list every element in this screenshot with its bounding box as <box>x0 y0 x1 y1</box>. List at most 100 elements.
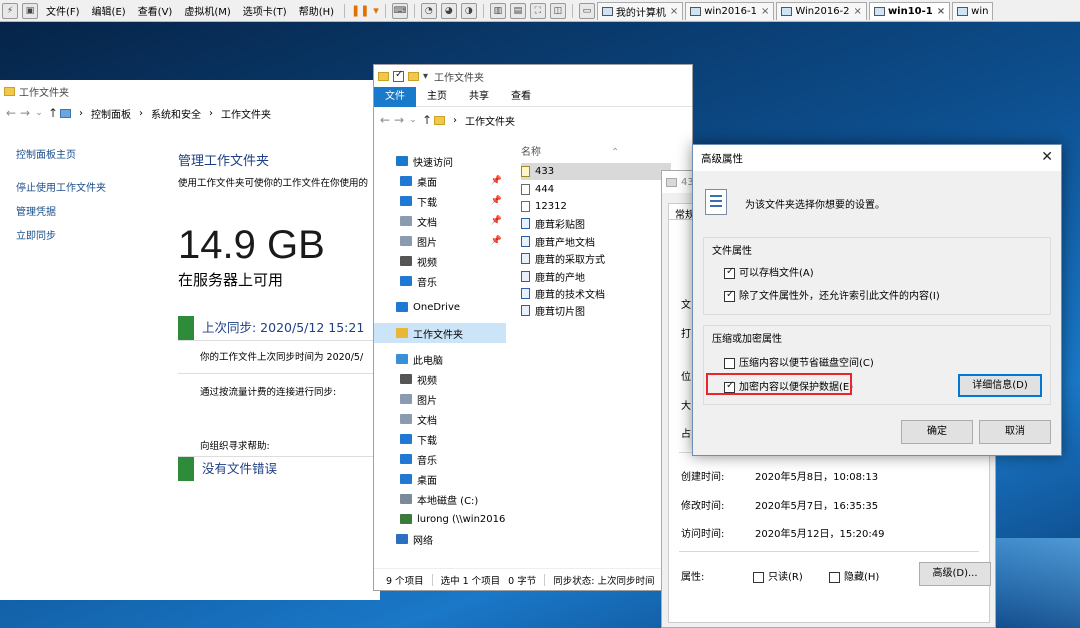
link-sync-now[interactable]: 立即同步 <box>16 227 106 242</box>
pin-icon[interactable]: 📌 <box>491 236 502 246</box>
file-list-item[interactable]: 12312 <box>521 198 671 215</box>
menu-view[interactable]: 查看(V) <box>132 3 179 18</box>
vm-tab-win[interactable]: win <box>952 1 994 20</box>
pin-icon[interactable]: 📌 <box>491 196 502 206</box>
close-icon[interactable]: × <box>854 6 862 17</box>
thumbnail-icon[interactable]: ▤ <box>509 2 526 19</box>
archive-checkbox[interactable]: 可以存档文件(A) <box>724 264 814 279</box>
nav-item[interactable]: 下载 <box>374 429 506 449</box>
file-list-item[interactable]: 鹿茸的技术文档 <box>521 285 671 302</box>
console-view-icon[interactable]: ▭ <box>578 2 595 19</box>
chevron-down-icon[interactable]: ⌄ <box>406 115 420 125</box>
navigation-pane: 快速访问 桌面 📌 下载 📌 文档 📌 图片 📌 视频 音乐 OneDrive 工作文件夹 此电脑 视频 图片… <box>374 151 506 549</box>
ribbon-tab-share[interactable]: 共享 <box>458 87 500 107</box>
nav-item[interactable]: 音乐 <box>374 271 506 291</box>
vm-library-icon[interactable]: ▣ <box>22 2 38 19</box>
nav-item[interactable]: 文档 <box>374 409 506 429</box>
index-label: 除了文件属性外，还允许索引此文件的内容(I) <box>739 291 940 302</box>
column-header-name[interactable]: 名称 ⌃ <box>521 143 671 163</box>
fullscreen-icon[interactable]: ⛶ <box>529 2 546 19</box>
vm-power-icon[interactable]: ⚡ <box>2 2 18 19</box>
menu-tabs[interactable]: 选项卡(T) <box>237 3 293 18</box>
up-arrow-icon[interactable]: ↑ <box>420 113 434 127</box>
compress-checkbox[interactable]: 压缩内容以便节省磁盘空间(C) <box>724 354 874 369</box>
back-arrow-icon[interactable]: ← <box>378 113 392 127</box>
nav-item[interactable]: 图片 <box>374 389 506 409</box>
vm-tab-win2016-1[interactable]: win2016-1 × <box>685 1 775 20</box>
file-list-item[interactable]: 鹿茸产地文档 <box>521 233 671 250</box>
sync-status-title[interactable]: 上次同步: 2020/5/12 15:21 <box>202 316 388 340</box>
nav-item[interactable]: 图片 📌 <box>374 231 506 251</box>
breadcrumb-control-panel[interactable]: 控制面板 <box>87 106 135 121</box>
menu-file[interactable]: 文件(F) <box>40 3 86 18</box>
close-icon[interactable]: × <box>761 6 769 17</box>
menu-help[interactable]: 帮助(H) <box>293 3 340 18</box>
unity-icon[interactable]: ◫ <box>549 2 566 19</box>
ribbon-tab-home[interactable]: 主页 <box>416 87 458 107</box>
nav-item[interactable]: 视频 <box>374 251 506 271</box>
close-icon[interactable]: × <box>670 6 678 17</box>
nav-item[interactable]: 文档 📌 <box>374 211 506 231</box>
nav-item[interactable]: 桌面 <box>374 469 506 489</box>
readonly-checkbox[interactable]: 只读(R) <box>753 568 803 583</box>
pin-icon[interactable]: 📌 <box>491 216 502 226</box>
index-checkbox[interactable]: 除了文件属性外，还允许索引此文件的内容(I) <box>724 287 940 302</box>
advanced-button[interactable]: 高级(D)... <box>919 562 991 586</box>
forward-arrow-icon[interactable]: → <box>18 106 32 120</box>
nav-item[interactable]: 本地磁盘 (C:) <box>374 489 506 509</box>
file-list-item[interactable]: 鹿茸切片图 <box>521 302 671 319</box>
page-title: 管理工作文件夹 <box>178 154 270 169</box>
breadcrumb-work-folders[interactable]: 工作文件夹 <box>217 106 275 121</box>
nav-item[interactable]: 下载 📌 <box>374 191 506 211</box>
chevron-down-icon[interactable]: ⌄ <box>32 108 46 118</box>
quick-access-properties-icon[interactable] <box>393 69 404 82</box>
ribbon-tab-file[interactable]: 文件 <box>374 86 416 107</box>
breadcrumb-system-security[interactable]: 系统和安全 <box>147 106 205 121</box>
cancel-button[interactable]: 取消 <box>979 420 1051 444</box>
nav-item[interactable]: OneDrive <box>374 297 506 317</box>
nav-item[interactable]: 快速访问 <box>374 151 506 171</box>
vm-tab-my-computer[interactable]: 我的计算机 × <box>596 1 684 20</box>
file-list-item[interactable]: 444 <box>521 180 671 197</box>
up-arrow-icon[interactable]: ↑ <box>46 106 60 120</box>
address-path[interactable]: 工作文件夹 <box>461 113 519 128</box>
quick-access-toolbar-dropdown[interactable]: ▾ <box>423 71 428 82</box>
back-arrow-icon[interactable]: ← <box>4 106 18 120</box>
vm-tab-win2016-2[interactable]: Win2016-2 × <box>776 1 867 20</box>
menu-vm[interactable]: 虚拟机(M) <box>178 3 236 18</box>
sidebar-toggle-icon[interactable]: ▥ <box>489 2 506 19</box>
hidden-checkbox[interactable]: 隐藏(H) <box>829 568 879 583</box>
ok-button[interactable]: 确定 <box>901 420 973 444</box>
nav-item[interactable]: lurong (\\win2016 <box>374 509 506 529</box>
send-keys-icon[interactable]: ⌨ <box>391 2 408 19</box>
snapshot-icon[interactable]: ◔ <box>420 2 437 19</box>
nav-item[interactable]: 此电脑 <box>374 349 506 369</box>
link-control-panel-home[interactable]: 控制面板主页 <box>16 146 106 161</box>
snapshot-restore-icon[interactable]: ◕ <box>440 2 457 19</box>
file-list-item[interactable]: 鹿茸彩贴图 <box>521 215 671 232</box>
file-errors-title[interactable]: 没有文件错误 <box>202 457 388 481</box>
pin-icon[interactable]: 📌 <box>491 176 502 186</box>
file-list-item[interactable]: 433 <box>521 163 671 181</box>
vm-tab-win10-1[interactable]: win10-1 × <box>868 1 951 20</box>
nav-item[interactable]: 网络 <box>374 529 506 549</box>
close-icon[interactable]: × <box>937 6 945 17</box>
nav-item[interactable]: 音乐 <box>374 449 506 469</box>
nav-item[interactable]: 桌面 📌 <box>374 171 506 191</box>
new-folder-icon[interactable] <box>408 71 419 81</box>
pause-icon[interactable]: ❚❚ ▾ <box>349 4 381 17</box>
forward-arrow-icon[interactable]: → <box>392 113 406 127</box>
close-icon[interactable]: ✕ <box>1041 149 1053 165</box>
file-list-item[interactable]: 鹿茸的采取方式 <box>521 250 671 267</box>
link-stop-work-folders[interactable]: 停止使用工作文件夹 <box>16 179 106 194</box>
details-button[interactable]: 详细信息(D) <box>958 374 1042 397</box>
partial-label-open: 打 <box>681 329 691 340</box>
snapshot-manager-icon[interactable]: ◑ <box>460 2 477 19</box>
link-manage-credentials[interactable]: 管理凭据 <box>16 203 106 218</box>
menu-edit[interactable]: 编辑(E) <box>86 3 132 18</box>
file-list-item[interactable]: 鹿茸的产地 <box>521 267 671 284</box>
nav-item[interactable]: 工作文件夹 <box>374 323 506 343</box>
nav-item[interactable]: 视频 <box>374 369 506 389</box>
status-size: 0 字节 <box>508 575 537 587</box>
ribbon-tab-view[interactable]: 查看 <box>500 87 542 107</box>
